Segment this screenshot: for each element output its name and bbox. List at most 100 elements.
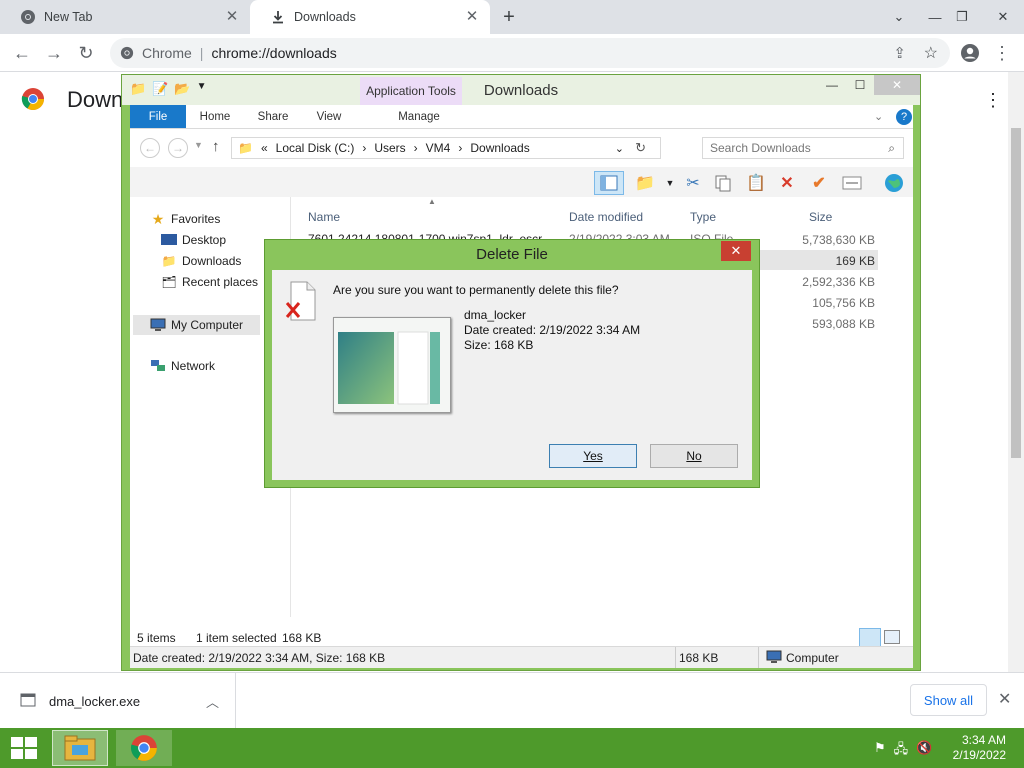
chevron-down-icon[interactable]: ▼ — [658, 171, 682, 195]
site-chip[interactable]: Chrome — [120, 45, 192, 61]
close-icon[interactable]: ✕ — [224, 9, 240, 25]
search-placeholder: Search Downloads — [710, 141, 811, 155]
chrome-icon — [20, 9, 36, 25]
chrome-taskbar-icon[interactable] — [116, 730, 172, 766]
network-tray-icon[interactable]: 🖧 — [894, 740, 909, 762]
tab-share[interactable]: Share — [248, 105, 298, 128]
start-button[interactable] — [0, 730, 48, 766]
nav-recent-places[interactable]: 🗂 Recent places — [161, 274, 258, 290]
details-view-icon[interactable] — [859, 628, 881, 647]
column-name[interactable]: Name — [308, 210, 340, 224]
share-icon[interactable]: ⇪ — [893, 44, 906, 62]
yes-button[interactable]: Yes — [549, 444, 637, 468]
nav-network[interactable]: Network — [150, 358, 215, 374]
page-menu-kebab-icon[interactable]: ⋮ — [984, 90, 1002, 111]
tab-new-tab[interactable]: New Tab ✕ — [0, 0, 250, 34]
back-button[interactable]: ← — [9, 40, 35, 66]
chip-separator: | — [199, 45, 204, 61]
breadcrumb-vm4[interactable]: VM4 — [426, 141, 451, 155]
chevron-right-icon[interactable]: › — [362, 141, 366, 155]
refresh-icon[interactable]: ↻ — [635, 140, 646, 156]
dialog-close-button[interactable]: ✕ — [721, 241, 751, 261]
clock-time: 3:34 AM — [961, 733, 1006, 747]
show-all-button[interactable]: Show all — [910, 684, 987, 716]
close-button[interactable]: ✕ — [874, 75, 920, 95]
tab-home[interactable]: Home — [190, 105, 240, 128]
restore-button[interactable]: ❐ — [946, 0, 978, 34]
search-input[interactable]: Search Downloads ⌕ — [702, 137, 904, 159]
paste-icon[interactable]: 📋 — [744, 171, 768, 195]
nav-my-computer[interactable]: My Computer — [133, 315, 260, 335]
close-shelf-icon[interactable]: ✕ — [998, 689, 1011, 709]
action-center-flag-icon[interactable]: ⚑ — [874, 740, 886, 762]
breadcrumb-downloads[interactable]: Downloads — [470, 141, 529, 155]
close-icon[interactable]: ✕ — [464, 9, 480, 25]
delete-icon[interactable]: ✕ — [775, 171, 799, 195]
tab-manage[interactable]: Manage — [368, 105, 470, 128]
breadcrumb-overflow[interactable]: « — [261, 141, 268, 155]
up-icon[interactable]: ↑ — [212, 138, 220, 155]
file-row-size: 169 KB — [835, 254, 875, 268]
new-tab-button[interactable]: + — [498, 7, 520, 29]
tab-label: Downloads — [294, 10, 356, 24]
dialog-question: Are you sure you want to permanently del… — [333, 283, 619, 297]
no-button[interactable]: No — [650, 444, 738, 468]
recent-places-icon: 🗂 — [161, 275, 177, 289]
folder-icon: 📁 — [238, 141, 253, 155]
maximize-button[interactable]: ☐ — [846, 75, 874, 95]
rename-check-icon[interactable]: ✔ — [807, 171, 831, 195]
cut-icon[interactable]: ✂ — [681, 171, 705, 195]
folder-view-icon[interactable]: 📁 — [633, 171, 657, 195]
nav-downloads[interactable]: 📁 Downloads — [161, 253, 242, 269]
address-bar[interactable]: Chrome | chrome://downloads ⇪ ☆ — [110, 38, 950, 68]
command-bar: 📁 ▼ ✂ 📋 ✕ ✔ — [130, 167, 913, 197]
explorer-title: Downloads — [483, 82, 559, 99]
scrollbar-thumb[interactable] — [1011, 128, 1021, 458]
volume-muted-icon[interactable]: 🔇 — [916, 740, 932, 762]
profile-avatar-icon[interactable] — [957, 40, 983, 66]
breadcrumb[interactable]: 📁 « Local Disk (C:) › Users › VM4 › Down… — [231, 137, 661, 159]
divider — [758, 647, 759, 668]
help-icon[interactable]: ? — [896, 109, 912, 125]
bookmark-star-icon[interactable]: ☆ — [924, 43, 938, 63]
properties-icon[interactable] — [840, 171, 864, 195]
nav-desktop[interactable]: Desktop — [161, 232, 226, 248]
nav-favorites[interactable]: ★ Favorites — [150, 211, 221, 227]
column-date-modified[interactable]: Date modified — [569, 210, 643, 224]
file-size: Size: 168 KB — [464, 338, 534, 352]
tab-view[interactable]: View — [304, 105, 354, 128]
file-explorer-taskbar-icon[interactable] — [52, 730, 108, 766]
large-icons-view-icon[interactable] — [884, 630, 900, 644]
tab-search-icon[interactable]: ⌄ — [883, 0, 915, 34]
ribbon-expand-icon[interactable]: ⌄ — [874, 110, 883, 123]
url-text: chrome://downloads — [211, 45, 337, 61]
globe-icon[interactable] — [882, 171, 906, 195]
copy-icon[interactable] — [711, 171, 735, 195]
chevron-up-icon[interactable]: ︿ — [206, 692, 219, 711]
back-button[interactable]: ← — [140, 138, 160, 158]
close-window-button[interactable]: ✕ — [982, 0, 1024, 34]
preview-pane-icon[interactable] — [594, 171, 624, 195]
file-date-created: Date created: 2/19/2022 3:34 AM — [464, 323, 641, 337]
download-item[interactable]: dma_locker.exe ︿ — [0, 673, 236, 729]
reload-button[interactable]: ↻ — [73, 40, 99, 66]
minimize-button[interactable]: — — [818, 75, 846, 95]
exe-file-icon — [20, 693, 36, 710]
clock[interactable]: 3:34 AM 2/19/2022 — [953, 733, 1006, 763]
recent-locations-icon[interactable]: ▼ — [194, 140, 203, 150]
no-button-label: No — [686, 449, 702, 463]
column-type[interactable]: Type — [690, 210, 716, 224]
page-scrollbar[interactable] — [1008, 72, 1024, 672]
address-dropdown-icon[interactable]: ⌄ — [615, 142, 624, 155]
breadcrumb-local-disk[interactable]: Local Disk (C:) — [276, 141, 355, 155]
delete-file-dialog: Delete File ✕ Are you sure you want to p… — [264, 239, 760, 488]
column-size[interactable]: Size — [809, 210, 832, 224]
chevron-right-icon[interactable]: › — [414, 141, 418, 155]
forward-button[interactable]: → — [168, 138, 188, 158]
chevron-right-icon[interactable]: › — [458, 141, 462, 155]
menu-kebab-icon[interactable]: ⋮ — [989, 40, 1015, 66]
breadcrumb-users[interactable]: Users — [374, 141, 405, 155]
tab-file[interactable]: File — [130, 105, 186, 128]
tab-downloads[interactable]: Downloads ✕ — [250, 0, 490, 34]
forward-button[interactable]: → — [41, 40, 67, 66]
